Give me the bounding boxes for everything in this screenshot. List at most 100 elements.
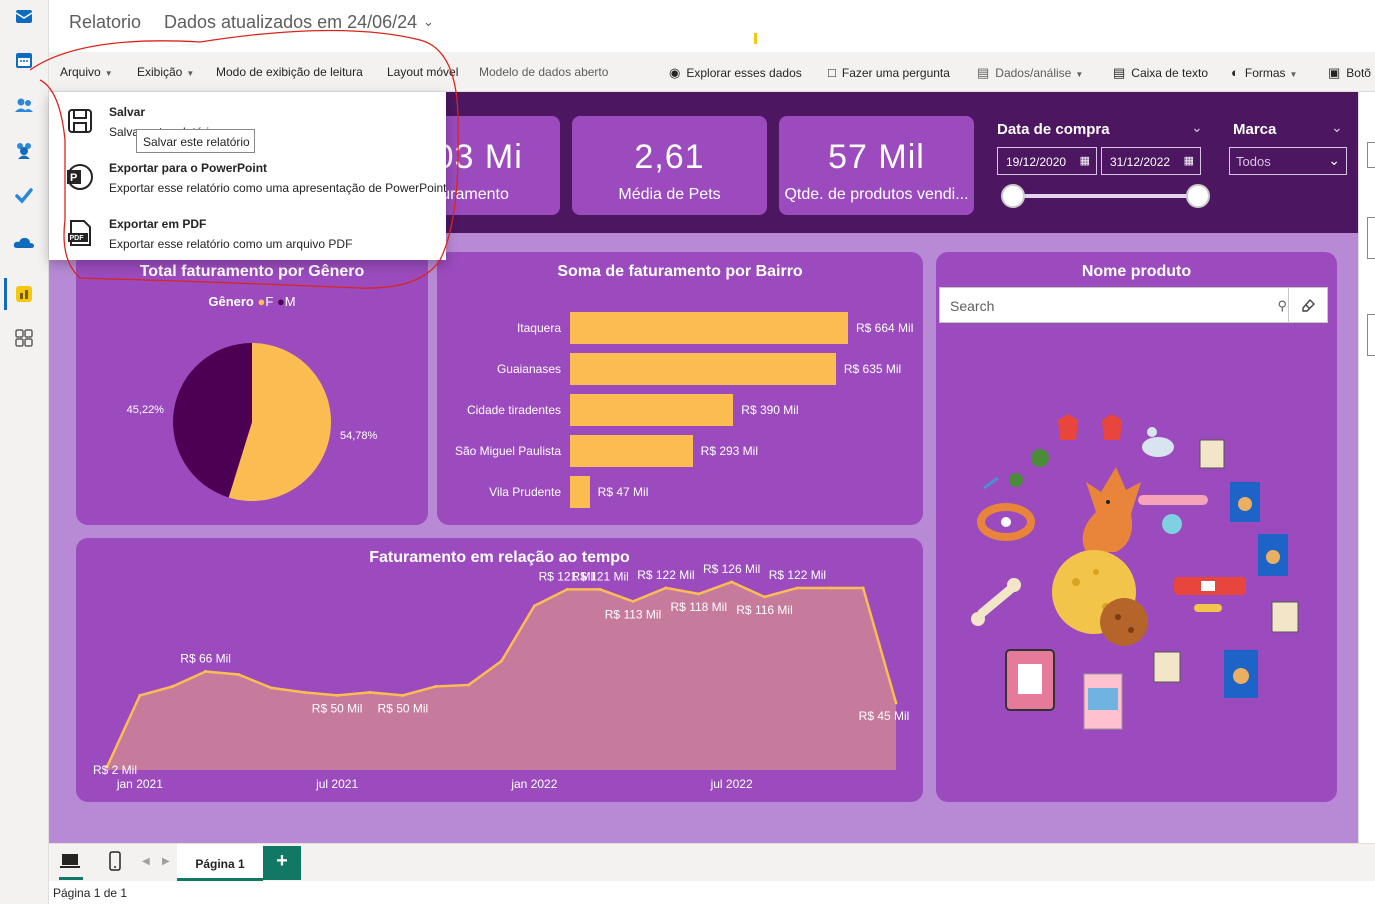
area-point[interactable] — [697, 592, 701, 596]
kpi-qtde-produtos[interactable]: 57 Mil Qtde. de produtos vendi... — [779, 116, 974, 215]
area-data-label: R$ 122 Mil — [769, 568, 826, 582]
marca-dropdown[interactable]: Todos ⌄ — [1229, 147, 1347, 175]
bar-5[interactable] — [570, 476, 590, 508]
calendar-icon[interactable]: ▦ — [1184, 154, 1194, 167]
menu-arquivo[interactable]: Arquivo ▼ — [60, 65, 113, 79]
area-point[interactable] — [565, 587, 569, 591]
area-point[interactable] — [204, 670, 208, 674]
chevron-down-icon[interactable]: ⌄ — [1331, 119, 1343, 136]
calendar-icon[interactable]: ▦ — [1080, 154, 1090, 167]
area-point[interactable] — [138, 693, 142, 697]
onedrive-icon[interactable] — [12, 230, 36, 254]
area-point[interactable] — [894, 701, 898, 705]
blue-food-bag-icon — [1224, 650, 1258, 698]
area-point[interactable] — [795, 586, 799, 590]
reading-mode-button[interactable]: Modo de exibição de leitura — [216, 65, 363, 79]
area-point[interactable] — [763, 595, 766, 599]
chevron-down-icon[interactable]: ⌄ — [423, 14, 434, 30]
bar-3[interactable] — [570, 394, 734, 426]
powerbi-icon[interactable] — [12, 282, 36, 306]
date-from-input[interactable]: 19/12/2020 ▦ — [997, 147, 1097, 175]
pane-field-box[interactable] — [1367, 217, 1375, 259]
area-point[interactable] — [598, 587, 602, 591]
area-point[interactable] — [401, 693, 405, 697]
outlook-icon[interactable] — [12, 4, 36, 28]
area-point[interactable] — [171, 684, 175, 688]
pane-field-box[interactable] — [1367, 314, 1375, 356]
open-data-model-button[interactable]: Modelo de dados aberto — [479, 65, 608, 79]
bar-category-label: Vila Prudente — [489, 485, 561, 499]
area-data-label: R$ 50 Mil — [378, 701, 429, 715]
status-bar: Página 1 de 1 — [49, 881, 1375, 904]
mobile-view-icon[interactable] — [108, 851, 122, 876]
area-point[interactable] — [500, 659, 503, 663]
area-point[interactable] — [269, 686, 273, 690]
product-search[interactable]: Search ⚲ — [939, 287, 1298, 323]
next-page-icon[interactable]: ▶ — [162, 856, 170, 867]
buttons-button[interactable]: ▣ Botõ — [1328, 65, 1371, 81]
area-data-label: R$ 118 Mil — [671, 600, 727, 614]
tempo-area-panel[interactable]: Faturamento em relação ao tempo jan 2021… — [76, 538, 923, 802]
search-icon[interactable]: ⚲ — [1277, 298, 1287, 314]
save-icon — [68, 109, 92, 133]
toy-mouse-icon — [1142, 427, 1174, 457]
menu-item-export-powerpoint[interactable]: P Exportar para o PowerPoint Exportar es… — [49, 148, 447, 204]
bar-value-label: R$ 293 Mil — [700, 444, 759, 458]
teams-icon[interactable] — [12, 138, 36, 162]
bar-value-label: R$ 664 Mil — [856, 321, 914, 335]
add-page-button[interactable]: + — [263, 846, 301, 880]
data-updated-label[interactable]: Dados atualizados em 24/06/24 — [164, 12, 417, 33]
area-point[interactable] — [828, 586, 832, 590]
x-tick-label: jan 2021 — [116, 777, 163, 791]
date-range-slider[interactable] — [1013, 194, 1199, 198]
area-point[interactable] — [631, 599, 635, 603]
slider-handle-end[interactable] — [1186, 184, 1210, 208]
data-analysis-button[interactable]: ▤ Dados/análise ▼ — [977, 65, 1083, 81]
green-treat-icon — [1009, 473, 1023, 487]
tab-pagina-1[interactable]: Página 1 — [177, 844, 263, 881]
bairro-bar-panel[interactable]: Soma de faturamento por Bairro Itaquera R… — [437, 252, 923, 525]
calendar-icon[interactable] — [12, 48, 36, 72]
save-tooltip: Salvar este relatório — [136, 129, 255, 153]
date-to-input[interactable]: 31/12/2022 ▦ — [1101, 147, 1201, 175]
area-point[interactable] — [335, 693, 339, 697]
area-point[interactable] — [730, 580, 734, 584]
area-point[interactable] — [434, 684, 438, 688]
explore-data-button[interactable]: ◉ Explorar esses dados — [669, 65, 802, 81]
desktop-view-icon[interactable] — [59, 852, 81, 875]
ask-question-button[interactable]: □ Fazer uma pergunta — [828, 65, 950, 80]
pane-field-box[interactable] — [1367, 142, 1375, 168]
kpi-media-pets[interactable]: 2,61 Média de Pets — [572, 116, 767, 215]
svg-text:P: P — [70, 172, 77, 184]
ribbon-toolbar: Arquivo ▼ Exibição ▼ Modo de exibição de l… — [49, 52, 1375, 92]
genero-pie-panel[interactable]: Total faturamento por Gênero Gênero ●F ●… — [76, 252, 428, 525]
marca-slicer-title: Marca — [1233, 121, 1277, 138]
pink-collar-icon — [1138, 495, 1208, 534]
area-point[interactable] — [237, 672, 240, 676]
todo-check-icon[interactable] — [12, 184, 36, 208]
treat-bag-icon — [1271, 601, 1299, 633]
shapes-icon: ◐ — [1231, 65, 1239, 80]
bar-2[interactable] — [570, 353, 836, 385]
prev-page-icon[interactable]: ◀ — [142, 856, 150, 867]
people-icon[interactable] — [12, 93, 36, 117]
text-box-button[interactable]: ▤ Caixa de texto — [1113, 65, 1208, 81]
area-point[interactable] — [532, 604, 536, 608]
area-point[interactable] — [664, 586, 668, 590]
clear-selection-button[interactable] — [1288, 287, 1328, 323]
chevron-down-icon[interactable]: ⌄ — [1191, 119, 1203, 136]
shapes-button[interactable]: ◐ Formas ▼ — [1231, 65, 1297, 80]
area-point[interactable] — [302, 690, 306, 694]
area-point[interactable] — [368, 690, 372, 694]
menu-exibicao[interactable]: Exibição ▼ — [137, 65, 194, 79]
menu-item-export-pdf[interactable]: PDF Exportar em PDF Exportar esse relató… — [49, 204, 446, 260]
bar-1[interactable] — [570, 312, 848, 344]
area-data-label: R$ 126 Mil — [703, 562, 760, 576]
area-point[interactable] — [467, 683, 471, 687]
area-point[interactable] — [861, 586, 865, 590]
search-input[interactable]: Search — [950, 298, 994, 314]
bar-4[interactable] — [570, 435, 693, 467]
apps-grid-icon[interactable] — [12, 326, 36, 350]
slider-handle-start[interactable] — [1001, 184, 1025, 208]
mobile-layout-button[interactable]: Layout móvel — [387, 65, 459, 79]
